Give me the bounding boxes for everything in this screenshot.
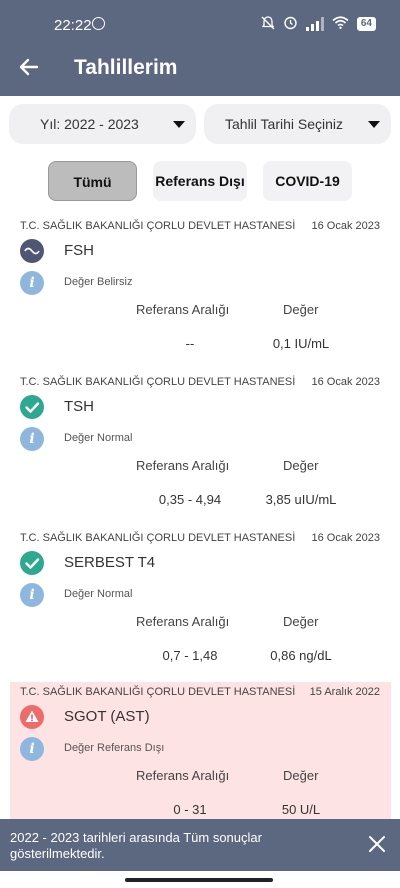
reference-range-header: Referans Aralığı <box>136 458 230 473</box>
reference-range-header: Referans Aralığı <box>136 302 230 317</box>
hospital-name: T.C. SAĞLIK BAKANLIĞI ÇORLU DEVLET HASTA… <box>20 686 296 698</box>
result-card-free-t4[interactable]: T.C. SAĞLIK BAKANLIĞI ÇORLU DEVLET HASTA… <box>10 528 391 678</box>
caret-down-icon <box>173 121 185 128</box>
info-snackbar: 2022 - 2023 tarihleri arasında Tüm sonuç… <box>0 819 400 871</box>
test-name: SERBEST T4 <box>64 554 156 571</box>
value-header: Değer <box>283 614 319 629</box>
year-dropdown-label: Yıl: 2022 - 2023 <box>40 116 139 132</box>
test-name: SGOT (AST) <box>64 708 150 725</box>
result-card-fsh[interactable]: T.C. SAĞLIK BAKANLIĞI ÇORLU DEVLET HASTA… <box>10 216 391 366</box>
back-arrow-icon[interactable] <box>16 54 42 80</box>
home-indicator[interactable] <box>125 878 273 882</box>
reference-range-value: 0,7 - 1,48 <box>162 648 218 663</box>
whatsapp-icon <box>92 17 105 30</box>
reference-range-header: Referans Aralığı <box>136 614 230 629</box>
year-dropdown[interactable]: Yıl: 2022 - 2023 <box>9 104 196 144</box>
snackbar-message: 2022 - 2023 tarihleri arasında Tüm sonuç… <box>10 830 262 861</box>
status-note: Değer Referans Dışı <box>64 742 165 754</box>
hospital-name: T.C. SAĞLIK BAKANLIĞI ÇORLU DEVLET HASTA… <box>20 532 296 544</box>
filter-tabs: Tümü Referans Dışı COVID-19 <box>0 161 400 201</box>
tab-covid[interactable]: COVID-19 <box>263 161 352 201</box>
check-icon <box>20 395 44 419</box>
reference-range-value: -- <box>185 336 195 351</box>
bell-off-icon <box>261 15 275 33</box>
test-name: TSH <box>64 398 94 415</box>
result-date: 15 Aralık 2022 <box>309 686 380 698</box>
close-icon[interactable] <box>368 835 386 853</box>
result-card-tsh[interactable]: T.C. SAĞLIK BAKANLIĞI ÇORLU DEVLET HASTA… <box>10 372 391 522</box>
status-time: 22:22 <box>54 17 92 34</box>
status-icons: 64 <box>261 15 376 33</box>
result-date: 16 Ocak 2023 <box>311 376 381 388</box>
hospital-name: T.C. SAĞLIK BAKANLIĞI ÇORLU DEVLET HASTA… <box>20 220 296 232</box>
filter-bar: Yıl: 2022 - 2023 Tahlil Tarihi Seçiniz <box>9 104 391 144</box>
result-date: 16 Ocak 2023 <box>311 532 381 544</box>
result-value: 50 U/L <box>281 802 321 817</box>
test-name: FSH <box>64 242 94 259</box>
status-bar: 22:22 64 <box>0 0 400 40</box>
check-icon <box>20 551 44 575</box>
alarm-icon <box>283 15 298 33</box>
date-dropdown-label: Tahlil Tarihi Seçiniz <box>225 116 344 132</box>
uncertain-wave-icon <box>20 239 44 263</box>
result-value: 0,1 IU/mL <box>272 336 330 351</box>
info-icon[interactable]: i <box>20 271 44 295</box>
info-icon[interactable]: i <box>20 583 44 607</box>
value-header: Değer <box>283 768 319 783</box>
caret-down-icon <box>368 121 380 128</box>
result-date: 16 Ocak 2023 <box>311 220 381 232</box>
wifi-icon <box>332 16 349 32</box>
result-value: 3,85 uIU/mL <box>265 492 337 507</box>
warning-icon <box>20 705 44 729</box>
battery-icon: 64 <box>356 17 376 31</box>
date-dropdown[interactable]: Tahlil Tarihi Seçiniz <box>204 104 391 144</box>
page-title: Tahlillerim <box>74 56 178 79</box>
hospital-name: T.C. SAĞLIK BAKANLIĞI ÇORLU DEVLET HASTA… <box>20 376 296 388</box>
tab-all[interactable]: Tümü <box>48 161 137 201</box>
status-note: Değer Normal <box>64 588 133 600</box>
reference-range-header: Referans Aralığı <box>136 768 230 783</box>
reference-range-value: 0,35 - 4,94 <box>158 492 222 507</box>
app-bar: Tahlillerim <box>0 40 400 96</box>
result-value: 0,86 ng/dL <box>270 648 332 663</box>
result-card-sgot[interactable]: T.C. SAĞLIK BAKANLIĞI ÇORLU DEVLET HASTA… <box>10 682 391 819</box>
value-header: Değer <box>283 458 319 473</box>
info-icon[interactable]: i <box>20 427 44 451</box>
status-note: Değer Normal <box>64 432 133 444</box>
info-icon[interactable]: i <box>20 737 44 761</box>
status-note: Değer Belirsiz <box>64 276 133 288</box>
signal-icon <box>305 17 324 31</box>
tab-out-of-range[interactable]: Referans Dışı <box>153 161 247 201</box>
reference-range-value: 0 - 31 <box>173 802 207 817</box>
value-header: Değer <box>283 302 319 317</box>
